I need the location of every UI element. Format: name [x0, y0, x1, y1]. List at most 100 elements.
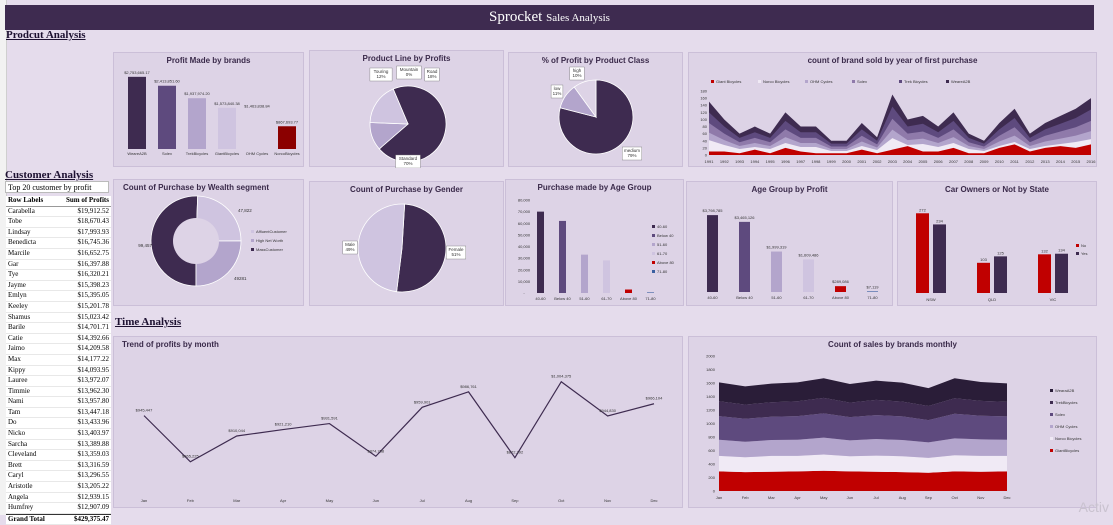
y-tick: 60,000 [518, 221, 531, 226]
table-row: Angela $12,939.15 [6, 493, 111, 504]
chart-brands-monthly: Count of sales by brands monthly 0 200 400… [688, 336, 1097, 508]
cell-name: Max [8, 354, 21, 363]
y-tick: 20,000 [518, 267, 531, 272]
legend-swatch [652, 261, 655, 264]
dashboard-subtitle: Sales Analysis [546, 12, 610, 24]
chart-svg: $3,798,785 40-60 $3,465,126 Below 40 $1,999,… [702, 208, 879, 300]
cell-profit: $17,993.93 [77, 227, 110, 236]
legend-label: Above 80 [657, 260, 675, 265]
cell-profit: $429,375.47 [74, 514, 109, 523]
x-tick: Jan [716, 495, 722, 500]
chart-svg: 99,457 47,822 49281 AffluentCustomer High Ne… [138, 195, 287, 287]
cell-name: Jayme [8, 280, 26, 289]
category-label: NorcoBicycles [274, 151, 299, 156]
slice-label: Road 18% [427, 69, 438, 79]
data-label: 125 [997, 250, 1004, 255]
cell-name: Do [8, 418, 17, 427]
cell-name: Benedicta [8, 238, 36, 247]
cell-name: Marcile [8, 248, 30, 257]
slice-label: high 10% [572, 68, 581, 78]
cell-profit: $18,670.43 [77, 217, 110, 226]
bar [739, 221, 750, 292]
x-tick: 2005 [918, 159, 928, 164]
table-row: Nicko $13,403.97 [6, 429, 111, 440]
x-tick: 2006 [934, 159, 944, 164]
category-label: GiantBicycles [215, 151, 239, 156]
legend-swatch [652, 252, 655, 255]
x-tick: 2009 [980, 159, 990, 164]
table-row: Lauree $13,972.07 [6, 376, 111, 387]
data-label: $289,086 [832, 279, 849, 284]
data-label: 132 [1041, 248, 1048, 253]
cell-name: Emlyn [8, 291, 27, 300]
data-label: 272 [919, 207, 926, 212]
y-tick: 30,000 [518, 256, 531, 261]
legend-label: WeareA2B [951, 79, 971, 84]
table-row: Catie $14,392.66 [6, 334, 111, 345]
area-series [719, 454, 1007, 473]
bar [537, 211, 544, 293]
legend-label: Giant Bicycles [716, 79, 741, 84]
cell-name: Tam [8, 407, 21, 416]
category-label: NSW [926, 297, 936, 302]
x-tick: 2003 [888, 159, 898, 164]
x-tick: Feb [187, 498, 195, 503]
legend-label: Norco Bicycles [763, 79, 789, 84]
table-row: Nami $13,957.80 [6, 397, 111, 408]
data-label: 134 [1058, 248, 1065, 253]
data-label: $1,004,375 [551, 374, 572, 379]
line-series [143, 380, 655, 463]
category-label: Below 40 [736, 295, 753, 300]
chart-gender: Count of Purchase by Gender Female 51% Mal… [309, 181, 504, 306]
x-tick: 2014 [1056, 159, 1066, 164]
legend-swatch [1076, 252, 1079, 255]
cell-profit: $13,447.18 [77, 407, 110, 416]
cell-profit: $13,433.96 [77, 418, 110, 427]
cell-profit: Sum of Profits [65, 196, 109, 204]
table-row: Tye $16,320.21 [6, 270, 111, 281]
cell-profit: $13,296.55 [77, 471, 110, 480]
bar [647, 292, 654, 293]
slice-label: 99,457 [138, 243, 152, 248]
dashboard-title: Sprocket [489, 9, 543, 25]
legend-swatch [1076, 244, 1079, 247]
donut-hole [173, 218, 219, 264]
y-tick: 80,000 [518, 198, 531, 203]
y-tick: 40,000 [518, 244, 531, 249]
cell-profit: $13,957.80 [77, 397, 110, 406]
legend-label: GiantBicycles [1055, 448, 1079, 453]
legend-label: Yes [1081, 251, 1088, 256]
chart-car-owners: Car Owners or Not by State 272 234 NSW 103 1… [897, 181, 1097, 306]
y-tick: - [523, 291, 525, 296]
legend-label: AffluentCustomer [256, 229, 287, 234]
cell-profit: $15,395.05 [77, 291, 110, 300]
x-tick: 1997 [796, 159, 806, 164]
cell-name: Brett [8, 460, 22, 469]
cell-profit: $15,201.78 [77, 301, 110, 310]
x-tick: 2002 [873, 159, 883, 164]
table-caption: Top 20 customer by profit [5, 181, 109, 193]
cell-name: Keeley [8, 301, 28, 310]
table-row: Tobe $18,670.43 [6, 217, 111, 228]
cell-profit: $14,177.22 [77, 354, 110, 363]
x-tick: Jun [373, 498, 379, 503]
legend-swatch [805, 80, 808, 83]
y-tick: 600 [708, 448, 715, 453]
data-label: $3,798,785 [702, 208, 723, 213]
table-row: Tam $13,447.18 [6, 408, 111, 419]
cell-name: Shamus [8, 312, 31, 321]
x-tick: 1991 [705, 159, 715, 164]
legend-label: TrekBicycles [1055, 400, 1078, 405]
data-label: $2,413,851.60 [154, 79, 180, 84]
legend-label: Norco Bicycles [1055, 436, 1081, 441]
legend-swatch [652, 270, 655, 273]
y-tick: 400 [708, 462, 715, 467]
section-customer-analysis: Customer Analysis [5, 169, 94, 181]
cell-profit: $13,389.88 [77, 439, 110, 448]
legend-swatch [652, 243, 655, 246]
legend-label: 61-70 [657, 251, 668, 256]
top-customers-table: Row Labels Sum of Profits Carabella $19,912… [6, 196, 111, 525]
table-row: Brett $13,316.59 [6, 461, 111, 472]
x-tick: 1992 [720, 159, 730, 164]
bar [188, 98, 206, 149]
